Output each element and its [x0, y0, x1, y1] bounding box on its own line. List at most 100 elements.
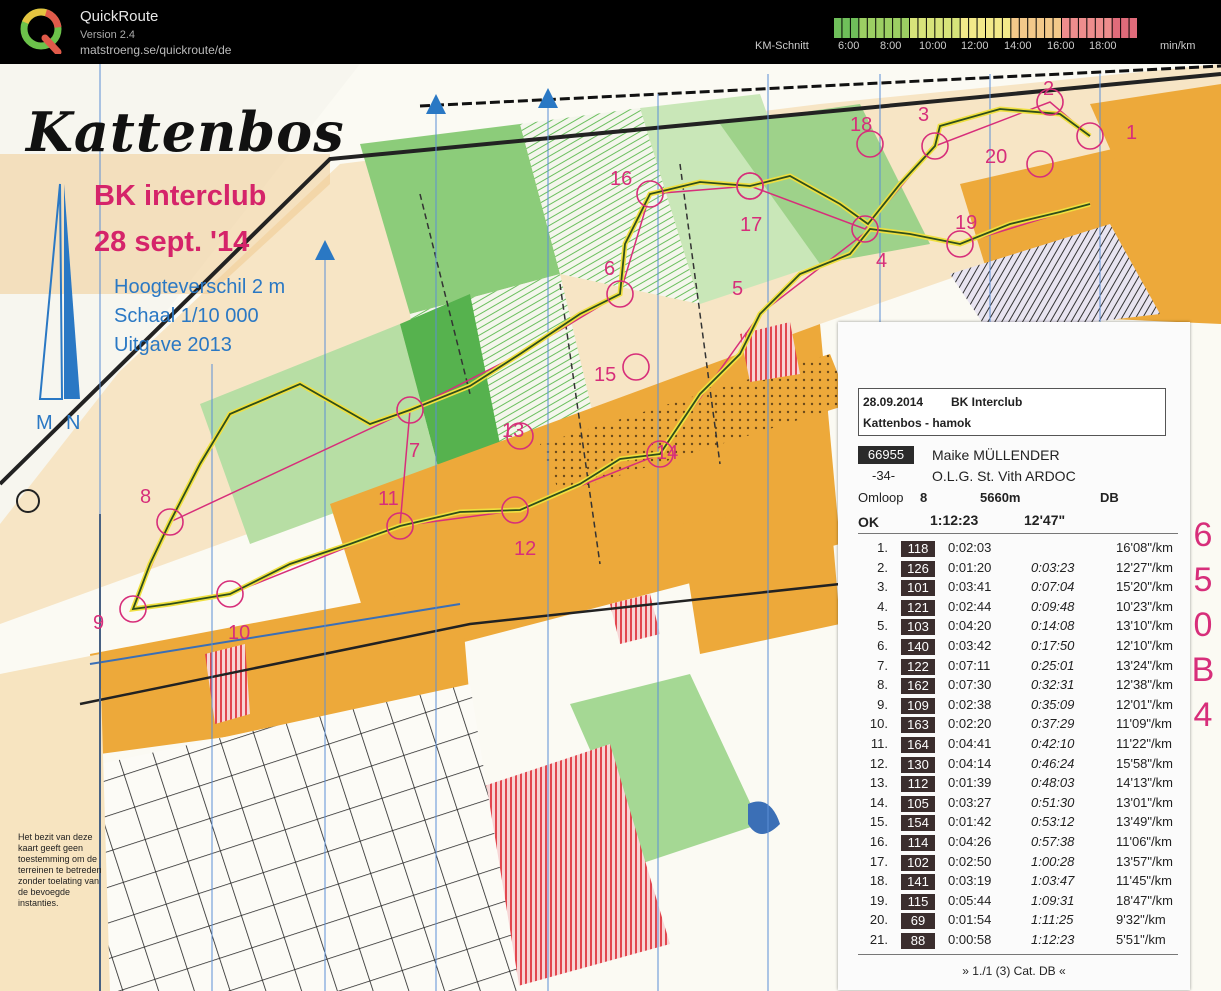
control-number: 7: [409, 440, 421, 462]
split-time: 0:02:50: [948, 853, 992, 869]
split-pace: 11'22"/km: [1116, 736, 1172, 751]
legend-swatch: [1053, 18, 1061, 38]
control-number: 3: [918, 104, 930, 126]
control-number: 6: [604, 258, 616, 280]
legend-swatch: [943, 18, 952, 38]
average-pace: 12'47": [1024, 512, 1066, 528]
legend-tick: 18:00: [1089, 40, 1117, 52]
split-time: 0:03:41: [948, 579, 992, 595]
legend-swatch: [1095, 18, 1104, 38]
app-url[interactable]: matstroeng.se/quickroute/de: [80, 43, 231, 57]
event-date-label: 28.09.2014: [863, 395, 924, 409]
split-cumulative: 0:46:24: [1031, 755, 1075, 771]
control-number: 15: [594, 364, 617, 386]
split-index: 16.: [869, 834, 888, 849]
split-pace: 16'08"/km: [1116, 540, 1173, 555]
legend-swatch: [960, 18, 969, 38]
split-control-code: 103: [901, 619, 935, 636]
card-divider: [858, 954, 1178, 955]
legend-tick: 16:00: [1047, 40, 1075, 52]
legend-tick: 6:00: [838, 40, 860, 52]
control-number: 20: [985, 146, 1008, 168]
split-control-code: 102: [901, 854, 935, 871]
split-index: 3.: [877, 579, 888, 595]
split-index: 7.: [877, 657, 888, 673]
control-number: 2: [1043, 78, 1055, 100]
split-row: 4. 121 0:02:44 0:09:48 10'23"/km: [858, 599, 1178, 619]
split-control-code: 118: [901, 541, 935, 557]
legend-swatch: [893, 18, 901, 38]
split-control-code: 121: [901, 599, 935, 616]
split-cumulative: 1:12:23: [1031, 932, 1075, 947]
legend-unit: min/km: [1160, 40, 1196, 52]
split-cumulative: 0:17:50: [1031, 638, 1075, 653]
legend-swatch: [867, 18, 876, 38]
split-cumulative: 1:09:31: [1031, 892, 1075, 908]
legend-swatch: [1121, 18, 1129, 38]
split-pace: 15'20"/km: [1116, 579, 1173, 595]
app-title: QuickRoute: [80, 8, 159, 25]
control-number: 4: [876, 250, 888, 272]
legend-swatch: [876, 18, 884, 38]
orienteering-map[interactable]: Kattenbos BK interclub 28 sept. '14 Hoog…: [0, 64, 1221, 991]
control-number: 1: [1126, 122, 1138, 144]
legend-swatch: [884, 18, 893, 38]
split-cumulative: 0:53:12: [1031, 814, 1075, 830]
split-time: 0:07:30: [948, 677, 992, 693]
split-cumulative: 0:03:23: [1031, 559, 1075, 575]
split-control-code: 130: [901, 756, 935, 773]
legend-swatch: [1045, 18, 1053, 38]
legend-swatch: [926, 18, 935, 38]
split-row: 12. 130 0:04:14 0:46:24 15'58"/km: [858, 756, 1178, 776]
legend-swatch: [977, 18, 985, 38]
legend-tick: 10:00: [919, 40, 947, 52]
split-index: 5.: [877, 618, 888, 634]
split-row: 1. 118 0:02:03 16'08"/km: [858, 540, 1178, 560]
split-row: 15. 154 0:01:42 0:53:12 13'49"/km: [858, 814, 1178, 834]
split-row: 10. 163 0:02:20 0:37:29 11'09"/km: [858, 716, 1178, 736]
legend-swatch: [1028, 18, 1036, 38]
legend-swatch: [1129, 18, 1137, 38]
split-index: 10.: [869, 716, 888, 732]
event-date: 28 sept. '14: [94, 226, 250, 258]
split-index: 15.: [869, 814, 888, 830]
split-row: 5. 103 0:04:20 0:14:08 13'10"/km: [858, 618, 1178, 638]
split-pace: 11'09"/km: [1116, 716, 1172, 732]
split-row: 17. 102 0:02:50 1:00:28 13'57"/km: [858, 854, 1178, 874]
control-number: 14: [656, 442, 679, 464]
split-cumulative: 0:35:09: [1031, 696, 1075, 712]
rough-terrain: [0, 654, 110, 991]
map-height-info: Hoogteverschil 2 m: [114, 276, 286, 298]
split-pace: 5'51"/km: [1116, 932, 1166, 947]
split-cumulative: 0:57:38: [1031, 834, 1075, 849]
legend-swatch: [901, 18, 909, 38]
split-row: 2. 126 0:01:20 0:03:23 12'27"/km: [858, 560, 1178, 580]
control-number: 12: [514, 538, 537, 560]
split-time: 0:02:03: [948, 540, 992, 555]
split-index: 2.: [877, 559, 888, 575]
legend-tick: 8:00: [880, 40, 902, 52]
category-label: DB: [1100, 490, 1119, 505]
result-status: OK: [858, 514, 879, 530]
map-disclaimer: Het bezit van deze kaart geeft geen toes…: [18, 832, 102, 908]
split-cumulative: 0:48:03: [1031, 775, 1075, 791]
split-cumulative: 0:42:10: [1031, 736, 1075, 751]
split-control-code: 112: [901, 776, 935, 793]
legend-swatch: [986, 18, 994, 38]
side-code-char: 4: [1193, 696, 1213, 734]
split-time: 0:02:44: [948, 598, 992, 614]
split-pace: 13'24"/km: [1116, 657, 1173, 673]
split-cumulative: 1:00:28: [1031, 853, 1075, 869]
split-cumulative: 0:07:04: [1031, 579, 1075, 595]
split-control-code: 140: [901, 639, 935, 655]
split-index: 17.: [869, 853, 888, 869]
legend-swatch: [842, 18, 850, 38]
legend-swatch: [918, 18, 926, 38]
split-index: 21.: [869, 932, 888, 947]
side-code-char: 6: [1193, 516, 1213, 554]
control-number: 8: [140, 486, 152, 508]
split-cumulative: 0:51:30: [1031, 794, 1075, 810]
split-pace: 18'47"/km: [1116, 892, 1173, 908]
split-control-code: 109: [901, 697, 935, 714]
split-pace: 12'10"/km: [1116, 638, 1173, 653]
